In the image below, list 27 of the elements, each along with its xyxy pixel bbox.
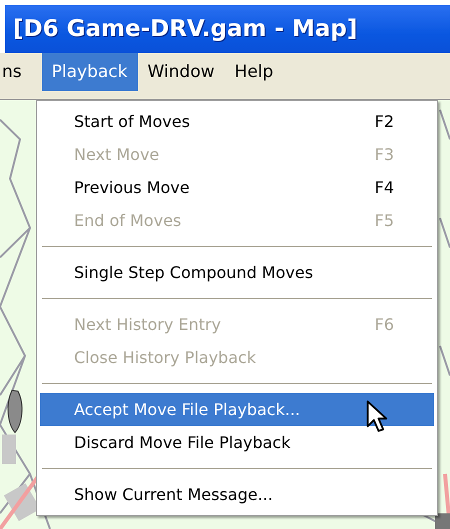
menu-bar-item[interactable]: Window <box>138 53 225 91</box>
menu-bar-item[interactable]: Playback <box>42 53 138 91</box>
menu-item[interactable]: Start of Moves F2 <box>40 105 434 138</box>
menu-item-label: Previous Move <box>74 178 190 197</box>
cursor-icon <box>366 400 388 434</box>
menu-item-label: Close History Playback <box>74 348 256 367</box>
menu-item-label: Show Current Message... <box>74 485 273 504</box>
menu-item-label: Start of Moves <box>74 112 190 131</box>
shortcut-label: F4 <box>374 178 394 197</box>
shortcut-label: F2 <box>374 112 394 131</box>
menu-bar-item[interactable]: Help <box>224 53 284 91</box>
menu-bar-item[interactable]: ns <box>0 53 32 91</box>
menu-item[interactable]: Accept Move File Playback... <box>40 393 434 426</box>
window-title: [D6 Game-DRV.gam - Map] <box>13 16 358 42</box>
shortcut-label: F3 <box>374 145 394 164</box>
menu-item[interactable]: Discard Move File Playback <box>40 426 434 459</box>
menu-item[interactable]: Previous Move F4 <box>40 171 434 204</box>
menu-item[interactable]: Single Step Compound Moves <box>40 256 434 289</box>
menu-item-label: Next History Entry <box>74 315 221 334</box>
menu-item-label: Next Move <box>74 145 160 164</box>
shortcut-label: F6 <box>374 315 394 334</box>
menu-item-label: Discard Move File Playback <box>74 433 290 452</box>
menu-item-label: Single Step Compound Moves <box>74 263 314 282</box>
menu-item-label: End of Moves <box>74 211 182 230</box>
menu-item-label: Accept Move File Playback... <box>74 400 300 419</box>
menu-item[interactable]: Show Current Message... <box>40 478 434 511</box>
shortcut-label: F5 <box>374 211 394 230</box>
